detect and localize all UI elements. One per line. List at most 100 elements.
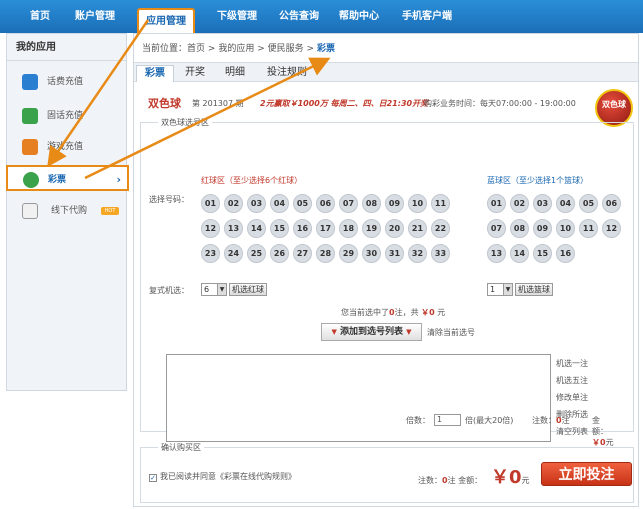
amount-unit: 元 — [605, 438, 614, 447]
bet-now-button[interactable]: 立即投注 — [541, 462, 632, 486]
agree-checkbox[interactable]: ✓ — [149, 474, 157, 482]
blue-ball[interactable]: 01 — [487, 194, 506, 213]
bets-label: 注数： — [532, 416, 556, 425]
breadcrumb-services[interactable]: 便民服务 — [268, 44, 304, 54]
blue-ball[interactable]: 09 — [533, 219, 552, 238]
breadcrumb-sep: > — [257, 44, 265, 54]
dropdown-arrow-icon: ▼ — [217, 284, 226, 295]
breadcrumb: 当前位置：首页 > 我的应用 > 便民服务 > 彩票 — [142, 41, 335, 54]
nav-notice[interactable]: 公告查询 — [272, 0, 326, 33]
tab-bet-rules[interactable]: 投注规则 — [262, 65, 312, 82]
red-ball[interactable]: 06 — [316, 194, 335, 213]
red-ball[interactable]: 16 — [293, 219, 312, 238]
bet-summary-row: 倍数： 1 倍(最大20倍) 注数：0注 金额： ￥0元 — [274, 414, 614, 447]
red-ball[interactable]: 17 — [316, 219, 335, 238]
add-to-list-button[interactable]: ▼ 添加到选号列表 ▼ — [321, 323, 422, 341]
breadcrumb-home[interactable]: 首页 — [187, 44, 205, 54]
clear-current-selection-link[interactable]: 清除当前选号 — [427, 327, 475, 338]
sidebar-item-landline-recharge[interactable]: 固话充值 — [7, 103, 126, 129]
random-blue-button[interactable]: 机选篮球 — [515, 283, 553, 296]
red-ball[interactable]: 30 — [362, 244, 381, 263]
sidebar-item-phone-recharge[interactable]: 话费充值 — [7, 69, 126, 95]
selected-amount: ￥0 — [421, 308, 435, 317]
red-ball[interactable]: 14 — [247, 219, 266, 238]
nav-account[interactable]: 账户管理 — [68, 0, 122, 33]
blue-ball[interactable]: 02 — [510, 194, 529, 213]
blue-count-select[interactable]: 1 ▼ — [487, 283, 513, 296]
red-ball[interactable]: 26 — [270, 244, 289, 263]
amount-label: 金额： — [592, 416, 608, 436]
red-ball[interactable]: 02 — [224, 194, 243, 213]
blue-ball[interactable]: 13 — [487, 244, 506, 263]
red-ball[interactable]: 28 — [316, 244, 335, 263]
red-ball[interactable]: 01 — [201, 194, 220, 213]
agree-rules[interactable]: ✓ 我已阅读并同意《彩票在线代购规则》 — [149, 471, 296, 482]
red-ball[interactable]: 31 — [385, 244, 404, 263]
red-ball[interactable]: 15 — [270, 219, 289, 238]
status-text: 元 — [437, 308, 446, 317]
tab-details[interactable]: 明细 — [218, 65, 252, 82]
nav-subordinate[interactable]: 下级管理 — [208, 0, 266, 33]
blue-ball[interactable]: 11 — [579, 219, 598, 238]
red-ball[interactable]: 08 — [362, 194, 381, 213]
red-ball[interactable]: 22 — [431, 219, 450, 238]
red-count-select[interactable]: 6 ▼ — [201, 283, 227, 296]
red-ball[interactable]: 09 — [385, 194, 404, 213]
random-red-button[interactable]: 机选红球 — [229, 283, 267, 296]
total-amount-unit: 元 — [521, 476, 530, 485]
red-ball[interactable]: 19 — [362, 219, 381, 238]
red-ball[interactable]: 05 — [293, 194, 312, 213]
sidebar: 我的应用 话费充值 固话充值 游戏充值 彩票 › 线下代购 HOT — [6, 33, 129, 391]
nav-home[interactable]: 首页 — [18, 0, 62, 33]
blue-ball[interactable]: 12 — [602, 219, 621, 238]
sidebar-item-game-recharge[interactable]: 游戏充值 — [7, 134, 126, 160]
sidebar-item-lottery[interactable]: 彩票 › — [6, 165, 129, 191]
red-ball[interactable]: 20 — [385, 219, 404, 238]
red-ball[interactable]: 04 — [270, 194, 289, 213]
random-one-link[interactable]: 机选一注 — [556, 358, 588, 369]
red-ball[interactable]: 11 — [431, 194, 450, 213]
red-ball[interactable]: 03 — [247, 194, 266, 213]
confirm-purchase-area: 确认购买区 ✓ 我已阅读并同意《彩票在线代购规则》 注数：0注 金额： ￥0元 立… — [140, 442, 634, 503]
multiplier-input[interactable]: 1 — [434, 414, 461, 426]
status-text: 您当前选中了 — [341, 308, 389, 317]
red-ball[interactable]: 32 — [408, 244, 427, 263]
blue-ball[interactable]: 15 — [533, 244, 552, 263]
nav-help[interactable]: 帮助中心 — [332, 0, 386, 33]
blue-ball[interactable]: 07 — [487, 219, 506, 238]
red-ball[interactable]: 13 — [224, 219, 243, 238]
red-ball[interactable]: 33 — [431, 244, 450, 263]
red-ball[interactable]: 10 — [408, 194, 427, 213]
red-ball[interactable]: 25 — [247, 244, 266, 263]
random-five-link[interactable]: 机选五注 — [556, 375, 588, 386]
breadcrumb-my-apps[interactable]: 我的应用 — [218, 44, 254, 54]
tab-lottery[interactable]: 彩票 — [136, 65, 174, 82]
breadcrumb-current: 彩票 — [316, 44, 335, 54]
blue-ball[interactable]: 04 — [556, 194, 575, 213]
red-ball[interactable]: 21 — [408, 219, 427, 238]
breadcrumb-sep: > — [207, 44, 216, 54]
tab-draw-results[interactable]: 开奖 — [178, 65, 212, 82]
blue-ball[interactable]: 08 — [510, 219, 529, 238]
blue-ball[interactable]: 16 — [556, 244, 575, 263]
blue-ball[interactable]: 06 — [602, 194, 621, 213]
multiplier-label: 倍数： — [406, 416, 430, 425]
blue-ball[interactable]: 05 — [579, 194, 598, 213]
confirm-bets-unit: 注 — [447, 476, 456, 485]
red-ball[interactable]: 07 — [339, 194, 358, 213]
blue-ball[interactable]: 03 — [533, 194, 552, 213]
blue-ball[interactable]: 14 — [510, 244, 529, 263]
sidebar-item-offline-purchase[interactable]: 线下代购 HOT — [7, 198, 126, 224]
nav-app-manage[interactable]: 应用管理 — [137, 8, 195, 34]
edit-single-link[interactable]: 修改单注 — [556, 392, 588, 403]
nav-mobile-client[interactable]: 手机客户端 — [394, 0, 460, 33]
blue-ball[interactable]: 10 — [556, 219, 575, 238]
red-count-value: 6 — [204, 285, 210, 294]
red-ball[interactable]: 12 — [201, 219, 220, 238]
total-amount-value: ￥0 — [491, 467, 522, 488]
red-ball[interactable]: 23 — [201, 244, 220, 263]
red-ball[interactable]: 27 — [293, 244, 312, 263]
red-ball[interactable]: 24 — [224, 244, 243, 263]
red-ball[interactable]: 29 — [339, 244, 358, 263]
red-ball[interactable]: 18 — [339, 219, 358, 238]
